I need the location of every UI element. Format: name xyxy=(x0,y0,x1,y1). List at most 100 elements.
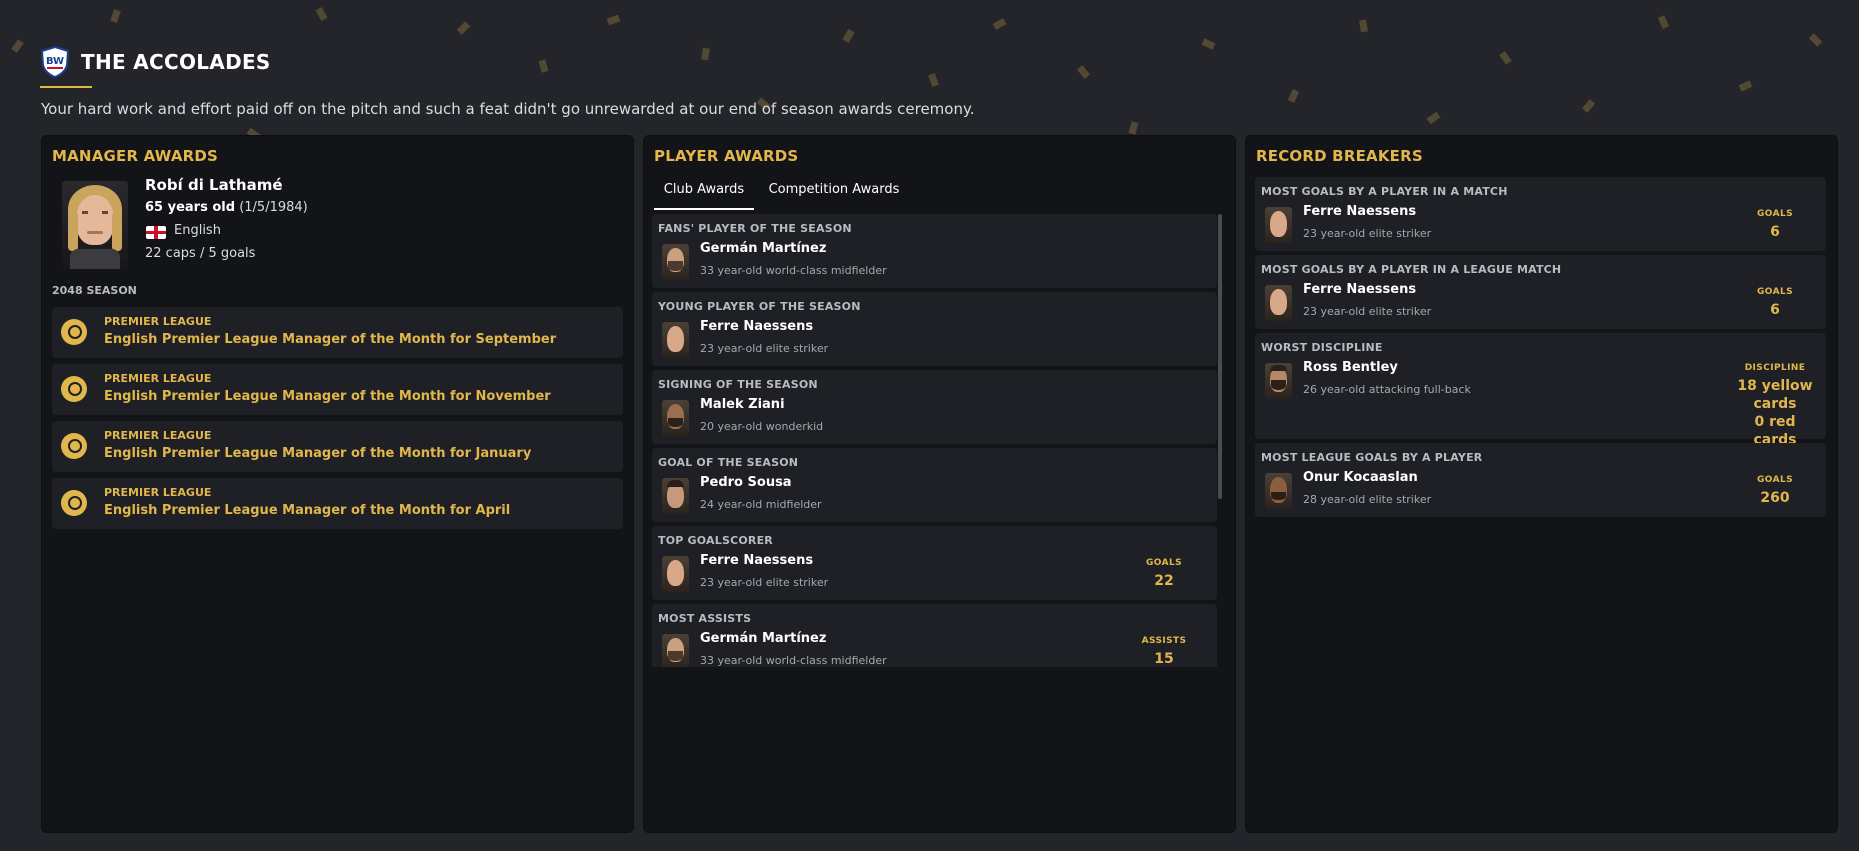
award-competition: PREMIER LEAGUE xyxy=(104,315,212,328)
manager-award-item[interactable]: PREMIER LEAGUE English Premier League Ma… xyxy=(52,478,623,529)
player-description: 33 year-old world-class midfielder xyxy=(700,654,887,667)
player-name[interactable]: Ferre Naessens xyxy=(700,553,813,568)
stat-value: 22 xyxy=(1154,573,1174,589)
player-description: 23 year-old elite striker xyxy=(700,342,829,355)
manager-award-item[interactable]: PREMIER LEAGUE English Premier League Ma… xyxy=(52,421,623,472)
award-category: TOP GOALSCORER xyxy=(658,534,773,547)
player-description: 33 year-old world-class midfielder xyxy=(700,264,887,277)
award-category: FANS' PLAYER OF THE SEASON xyxy=(658,222,852,235)
stat-value: 15 xyxy=(1154,651,1174,667)
player-name[interactable]: Ross Bentley xyxy=(1303,360,1398,375)
player-avatar[interactable] xyxy=(662,322,689,358)
award-competition: PREMIER LEAGUE xyxy=(104,429,212,442)
player-name[interactable]: Malek Ziani xyxy=(700,397,785,412)
manager-caps: 22 caps / 5 goals xyxy=(145,246,256,261)
svg-text:BW: BW xyxy=(46,56,64,67)
manager-age: 65 years old (1/5/1984) xyxy=(145,200,308,215)
player-avatar[interactable] xyxy=(1265,285,1292,321)
record-breakers-panel: RECORD BREAKERS MOST GOALS BY A PLAYER I… xyxy=(1245,135,1838,833)
stat-label: GOALS xyxy=(1757,287,1793,297)
stat-value: 6 xyxy=(1770,302,1780,318)
player-description: 23 year-old elite striker xyxy=(1303,305,1432,318)
record-card[interactable]: WORST DISCIPLINE Ross Bentley 26 year-ol… xyxy=(1255,333,1826,448)
player-awards-scrollbar[interactable] xyxy=(1218,214,1222,499)
award-title: English Premier League Manager of the Mo… xyxy=(104,446,532,461)
stat-value: 260 xyxy=(1760,490,1790,506)
manager-award-item[interactable]: PREMIER LEAGUE English Premier League Ma… xyxy=(52,364,623,415)
manager-name[interactable]: Robí di Lathamé xyxy=(145,176,283,194)
tab-club-awards[interactable]: Club Awards xyxy=(654,172,754,210)
player-avatar[interactable] xyxy=(662,400,689,436)
player-award-card[interactable]: MOST ASSISTS Germán Martínez 33 year-old… xyxy=(652,604,1217,667)
club-crest-icon: BW xyxy=(40,46,70,78)
player-awards-panel: PLAYER AWARDS Club Awards Competition Aw… xyxy=(643,135,1236,833)
manager-award-item[interactable]: PREMIER LEAGUE English Premier League Ma… xyxy=(52,307,623,358)
manager-age-years: 65 years old xyxy=(145,200,236,215)
player-name[interactable]: Germán Martínez xyxy=(700,241,826,256)
award-tabs: Club Awards Competition Awards xyxy=(654,172,1214,210)
manager-portrait[interactable] xyxy=(62,181,128,269)
medal-icon xyxy=(61,376,87,402)
award-competition: PREMIER LEAGUE xyxy=(104,372,212,385)
award-category: YOUNG PLAYER OF THE SEASON xyxy=(658,300,861,313)
player-award-card[interactable]: GOAL OF THE SEASON Pedro Sousa 24 year-o… xyxy=(652,448,1217,522)
record-card[interactable]: MOST GOALS BY A PLAYER IN A MATCH Ferre … xyxy=(1255,177,1826,251)
player-description: 28 year-old elite striker xyxy=(1303,493,1432,506)
player-avatar[interactable] xyxy=(662,634,689,667)
player-name[interactable]: Ferre Naessens xyxy=(1303,282,1416,297)
player-award-card[interactable]: YOUNG PLAYER OF THE SEASON Ferre Naessen… xyxy=(652,292,1217,366)
intro-text: Your hard work and effort paid off on th… xyxy=(41,100,975,118)
manager-awards-panel: MANAGER AWARDS Robí di Lathamé 65 years … xyxy=(41,135,634,833)
manager-dob: (1/5/1984) xyxy=(239,200,308,215)
player-awards-list[interactable]: FANS' PLAYER OF THE SEASON Germán Martín… xyxy=(652,214,1222,667)
player-avatar[interactable] xyxy=(662,556,689,592)
record-category: MOST GOALS BY A PLAYER IN A MATCH xyxy=(1261,185,1508,198)
stat-value: 6 xyxy=(1770,224,1780,240)
award-title: English Premier League Manager of the Mo… xyxy=(104,503,511,518)
player-award-card[interactable]: FANS' PLAYER OF THE SEASON Germán Martín… xyxy=(652,214,1217,288)
season-label: 2048 SEASON xyxy=(52,284,137,297)
award-title: English Premier League Manager of the Mo… xyxy=(104,389,551,404)
player-avatar[interactable] xyxy=(1265,363,1292,399)
page-title: THE ACCOLADES xyxy=(81,50,271,74)
record-stat: DISCIPLINE 18 yellow cards 0 red cards xyxy=(1735,363,1815,449)
player-avatar[interactable] xyxy=(662,478,689,514)
player-description: 24 year-old midfielder xyxy=(700,498,822,511)
player-avatar[interactable] xyxy=(662,244,689,280)
player-name[interactable]: Pedro Sousa xyxy=(700,475,792,490)
player-avatar[interactable] xyxy=(1265,207,1292,243)
player-avatar[interactable] xyxy=(1265,473,1292,509)
stat-value-line: cards xyxy=(1753,396,1797,412)
award-category: SIGNING OF THE SEASON xyxy=(658,378,818,391)
england-flag-icon xyxy=(146,226,166,239)
player-name[interactable]: Onur Kocaaslan xyxy=(1303,470,1418,485)
player-award-card[interactable]: SIGNING OF THE SEASON Malek Ziani 20 yea… xyxy=(652,370,1217,444)
stat-value: 18 yellow cards 0 red cards xyxy=(1735,377,1815,449)
player-name[interactable]: Germán Martínez xyxy=(700,631,826,646)
record-card[interactable]: MOST LEAGUE GOALS BY A PLAYER Onur Kocaa… xyxy=(1255,443,1826,517)
award-category: MOST ASSISTS xyxy=(658,612,752,625)
stat-label: GOALS xyxy=(1146,558,1182,568)
record-card[interactable]: MOST GOALS BY A PLAYER IN A LEAGUE MATCH… xyxy=(1255,255,1826,329)
award-stat: GOALS 22 xyxy=(1124,558,1204,590)
title-underline xyxy=(40,86,92,88)
record-category: MOST GOALS BY A PLAYER IN A LEAGUE MATCH xyxy=(1261,263,1562,276)
player-description: 23 year-old elite striker xyxy=(700,576,829,589)
record-stat: GOALS 6 xyxy=(1735,287,1815,319)
player-award-card[interactable]: TOP GOALSCORER Ferre Naessens 23 year-ol… xyxy=(652,526,1217,600)
stat-value-line: 18 yellow xyxy=(1737,378,1813,394)
manager-nationality[interactable]: English xyxy=(174,223,221,238)
award-title: English Premier League Manager of the Mo… xyxy=(104,332,557,347)
stat-label: GOALS xyxy=(1757,209,1793,219)
award-stat: ASSISTS 15 xyxy=(1124,636,1204,667)
record-stat: GOALS 260 xyxy=(1735,475,1815,507)
medal-icon xyxy=(61,490,87,516)
medal-icon xyxy=(61,319,87,345)
tab-competition-awards[interactable]: Competition Awards xyxy=(764,172,904,208)
stat-label: DISCIPLINE xyxy=(1744,363,1806,373)
record-category: WORST DISCIPLINE xyxy=(1261,341,1383,354)
player-name[interactable]: Ferre Naessens xyxy=(1303,204,1416,219)
player-awards-title: PLAYER AWARDS xyxy=(654,147,799,165)
award-competition: PREMIER LEAGUE xyxy=(104,486,212,499)
player-name[interactable]: Ferre Naessens xyxy=(700,319,813,334)
